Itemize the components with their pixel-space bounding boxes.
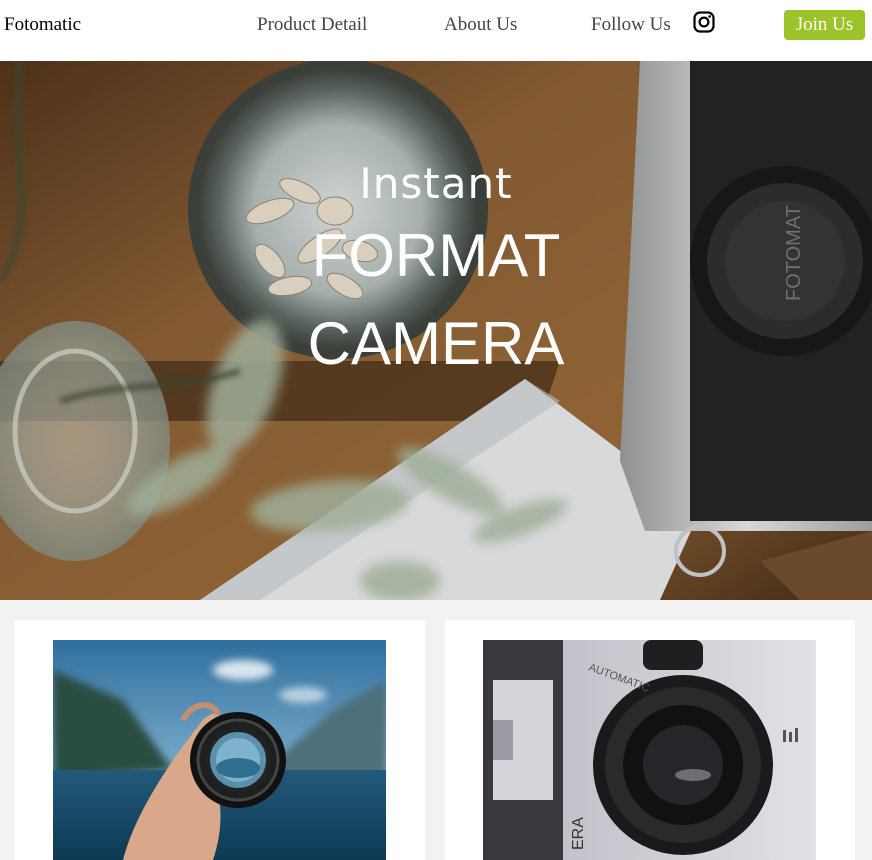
nav-product-detail[interactable]: Product Detail <box>257 14 367 36</box>
product-card-1[interactable] <box>14 620 425 860</box>
site-logo[interactable]: Fotomatic <box>4 14 81 36</box>
nav-follow-us[interactable]: Follow Us <box>591 14 671 36</box>
join-us-button[interactable]: Join Us <box>784 10 865 40</box>
hero-line-camera: CAMERA <box>307 310 565 377</box>
nav-about-us[interactable]: About Us <box>444 14 517 36</box>
site-header: Fotomatic Product Detail About Us Follow… <box>0 0 872 61</box>
hero-line-instant: Instant <box>359 159 513 208</box>
camera-side-label: ERA <box>570 817 587 850</box>
hero-line-format: FORMAT <box>311 222 561 289</box>
hero-banner: FOTOMAT Instant FORMAT CAMERA <box>0 61 872 600</box>
product-image-lens-lake[interactable] <box>53 640 386 860</box>
instagram-icon[interactable] <box>693 11 715 33</box>
product-card-2[interactable]: AUTOMATIC ERA <box>445 620 855 860</box>
product-image-camera-lens[interactable]: AUTOMATIC ERA <box>483 640 816 860</box>
